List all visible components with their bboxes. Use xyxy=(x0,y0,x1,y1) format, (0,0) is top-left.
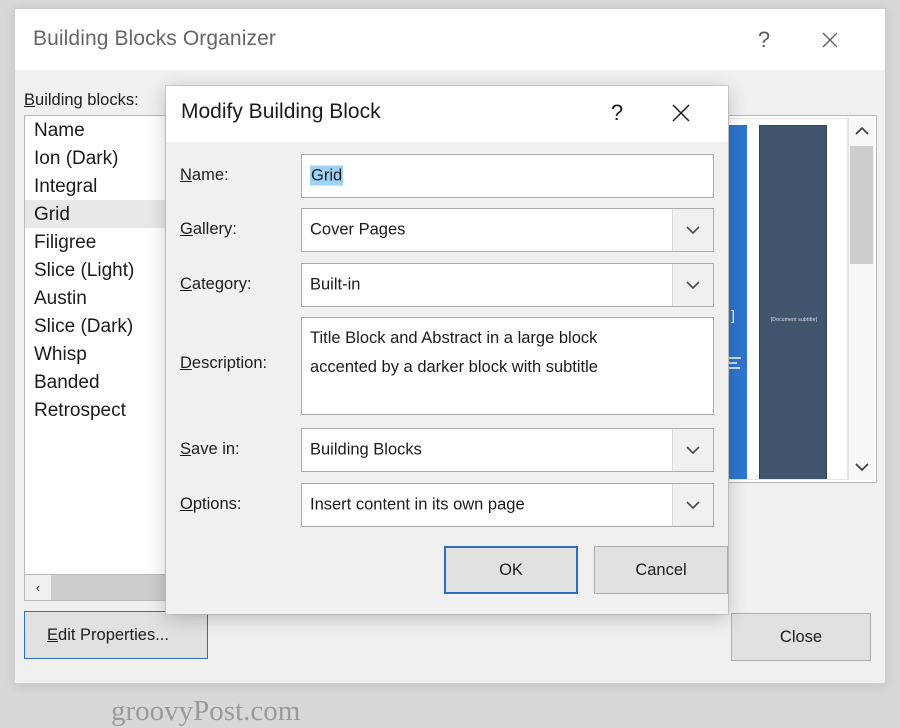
options-label: Options: xyxy=(180,495,242,513)
cover-page-dark-block xyxy=(759,125,827,479)
gallery-label: Gallery: xyxy=(180,220,237,238)
watermark: groovyPost.com xyxy=(111,695,301,727)
save-in-select[interactable]: Building Blocks xyxy=(301,428,714,472)
name-input[interactable]: Grid xyxy=(301,154,714,198)
ok-button[interactable]: OK xyxy=(444,546,578,594)
save-in-label: Save in: xyxy=(180,440,240,458)
cover-page-bracket: ] xyxy=(731,307,735,323)
description-textarea[interactable]: Title Block and Abstract in a large bloc… xyxy=(301,317,714,415)
scroll-left-icon[interactable]: ‹ xyxy=(25,575,51,600)
category-select[interactable]: Built-in xyxy=(301,263,714,307)
close-button[interactable]: Close xyxy=(731,613,871,661)
category-value: Built-in xyxy=(310,275,361,294)
cover-page-subtitle: [Document subtitle] xyxy=(770,317,818,323)
preview-vertical-scrollbar[interactable] xyxy=(848,118,874,480)
window-titlebar: Building Blocks Organizer ? xyxy=(15,9,885,70)
cancel-button[interactable]: Cancel xyxy=(594,546,728,594)
window-title: Building Blocks Organizer xyxy=(33,27,276,50)
help-icon[interactable]: ? xyxy=(741,23,787,57)
edit-properties-button[interactable]: Edit Properties... xyxy=(24,611,208,659)
gallery-select[interactable]: Cover Pages xyxy=(301,208,714,252)
options-select[interactable]: Insert content in its own page xyxy=(301,483,714,527)
chevron-down-icon[interactable] xyxy=(672,484,713,526)
close-icon[interactable] xyxy=(660,96,702,130)
save-in-value: Building Blocks xyxy=(310,440,422,459)
dialog-titlebar: Modify Building Block ? xyxy=(166,86,728,142)
scrollbar-thumb[interactable] xyxy=(850,146,873,264)
building-blocks-label: Building blocks: xyxy=(24,91,139,109)
close-icon[interactable] xyxy=(807,23,853,57)
description-label: Description: xyxy=(180,354,268,372)
chevron-down-icon[interactable] xyxy=(672,264,713,306)
help-icon[interactable]: ? xyxy=(596,96,638,130)
category-label: Category: xyxy=(180,275,252,293)
chevron-up-icon[interactable] xyxy=(849,118,874,144)
chevron-down-icon[interactable] xyxy=(849,454,874,480)
modify-building-block-dialog: Modify Building Block ? Name: Grid Galle… xyxy=(166,86,728,614)
gallery-value: Cover Pages xyxy=(310,220,406,239)
options-value: Insert content in its own page xyxy=(310,495,525,514)
description-value: Title Block and Abstract in a large bloc… xyxy=(310,329,598,376)
chevron-down-icon[interactable] xyxy=(672,209,713,251)
dialog-title: Modify Building Block xyxy=(181,100,381,123)
edit-properties-label: Edit Properties... xyxy=(47,625,169,644)
name-label: Name: xyxy=(180,166,229,184)
chevron-down-icon[interactable] xyxy=(672,429,713,471)
name-input-value: Grid xyxy=(310,165,344,186)
